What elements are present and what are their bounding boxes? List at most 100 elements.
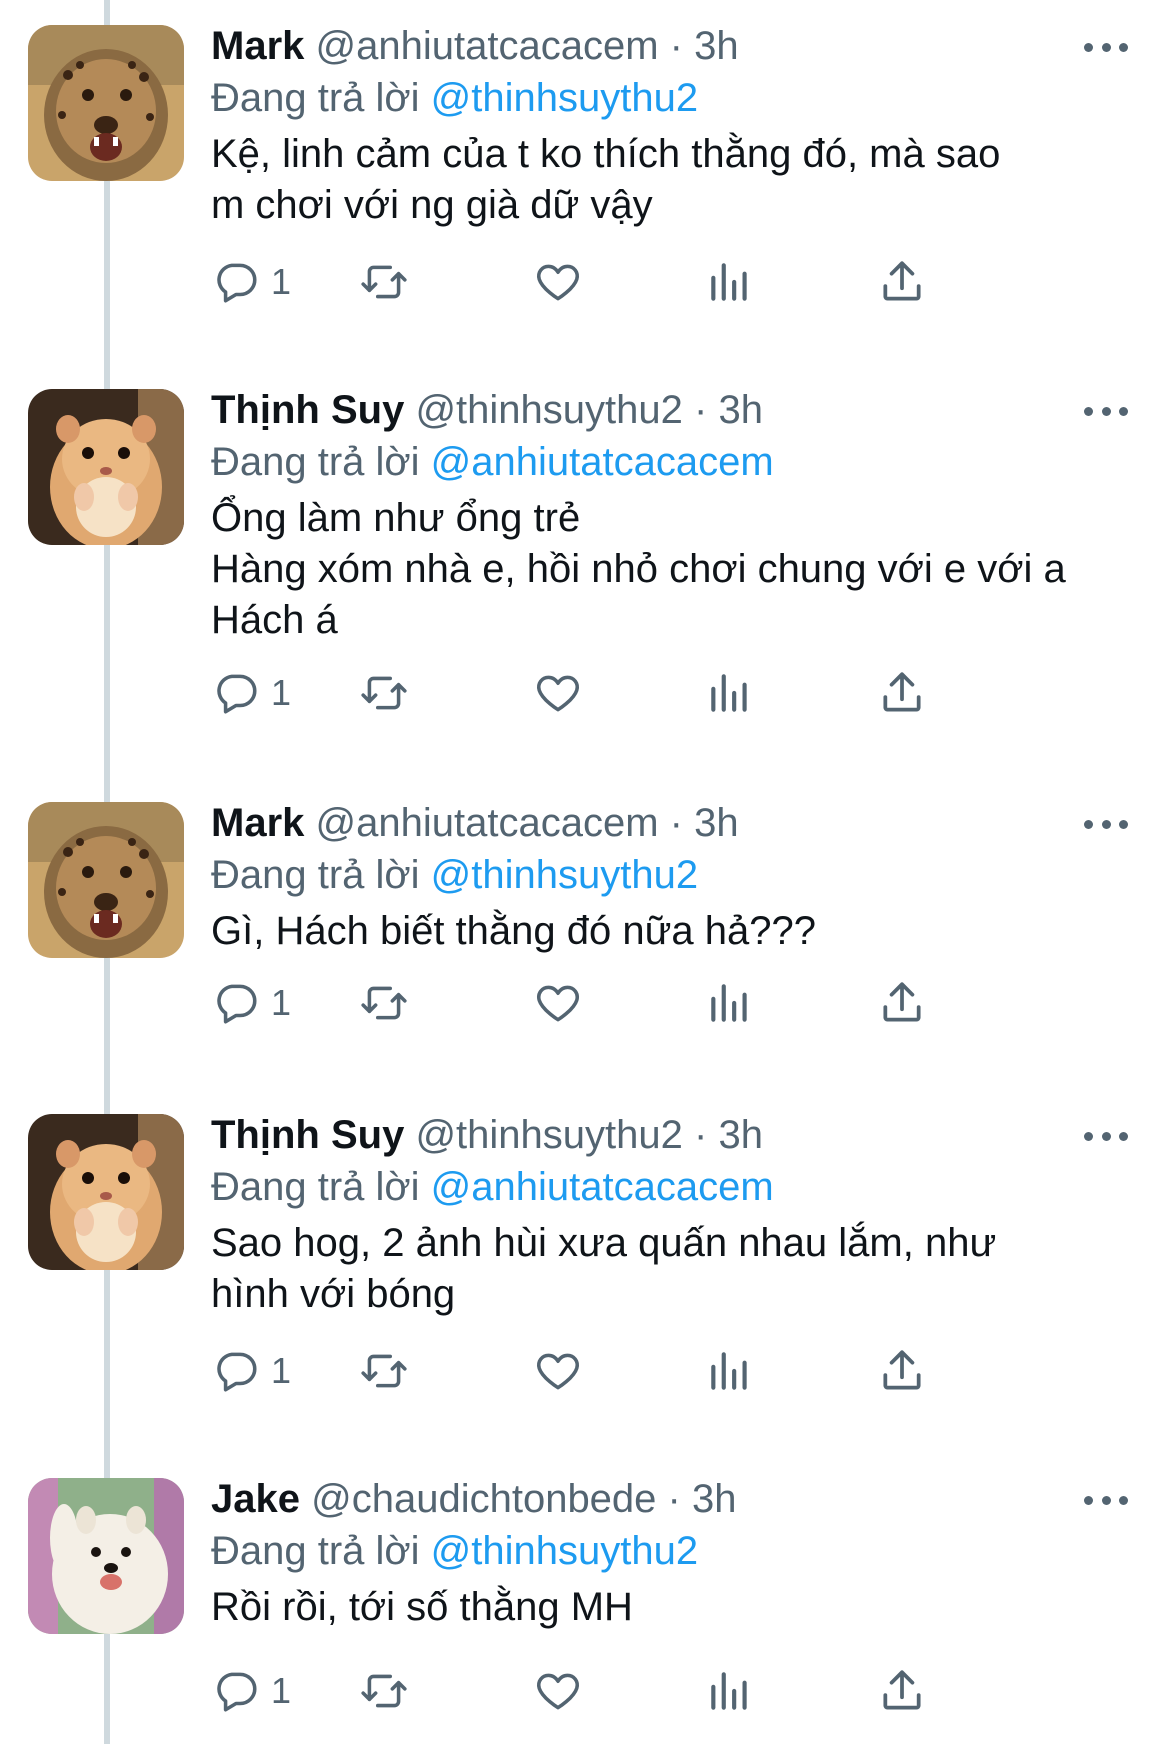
heart-icon — [537, 1673, 579, 1710]
reply-button[interactable]: 1 — [211, 1345, 291, 1397]
analytics-icon — [711, 674, 747, 712]
tweet-text-line: Kệ, linh cảm của t ko thích thằng đó, mà… — [211, 132, 1001, 176]
share-button[interactable] — [877, 1665, 927, 1717]
reply-icon — [217, 1672, 257, 1712]
share-button[interactable] — [877, 667, 927, 719]
replying-to-label: Đang trả lời — [211, 440, 420, 484]
tweet-text: Ổng làm như ổng trẻ Hàng xóm nhà e, hồi … — [211, 493, 1141, 646]
display-name[interactable]: Thịnh Suy — [211, 1113, 404, 1157]
replying-to-handle[interactable]: @thinhsuythu2 — [431, 853, 698, 897]
handle[interactable]: @anhiutatcacacem — [316, 24, 659, 68]
replying-to: Đang trả lời @thinhsuythu2 — [211, 850, 698, 900]
tweet-header: Jake @chaudichtonbede · 3h — [211, 1474, 736, 1524]
analytics-button[interactable] — [705, 977, 755, 1029]
like-button[interactable] — [533, 1665, 583, 1717]
replying-to-handle[interactable]: @thinhsuythu2 — [431, 76, 698, 120]
share-icon — [883, 982, 921, 1022]
heart-icon — [537, 264, 579, 301]
avatar[interactable] — [28, 802, 184, 958]
timestamp[interactable]: · 3h — [694, 1113, 763, 1157]
replying-to-label: Đang trả lời — [211, 1165, 420, 1209]
timestamp[interactable]: · 3h — [670, 801, 739, 845]
tweet-text: Gì, Hách biết thằng đó nữa hả??? — [211, 906, 1141, 957]
analytics-button[interactable] — [705, 256, 755, 308]
replying-to-handle[interactable]: @thinhsuythu2 — [431, 1529, 698, 1573]
handle[interactable]: @chaudichtonbede — [311, 1477, 656, 1521]
tweet-text: Sao hog, 2 ảnh hùi xưa quấn nhau lắm, nh… — [211, 1218, 1141, 1320]
analytics-icon — [711, 1352, 747, 1390]
retweet-icon — [361, 265, 407, 299]
share-button[interactable] — [877, 256, 927, 308]
cheetah-cub-icon — [28, 25, 184, 181]
hamster-icon — [28, 389, 184, 545]
reply-button[interactable]: 1 — [211, 667, 291, 719]
retweet-button[interactable] — [359, 977, 409, 1029]
avatar[interactable] — [28, 1114, 184, 1270]
display-name[interactable]: Thịnh Suy — [211, 388, 404, 432]
tweet-header: Mark @anhiutatcacacem · 3h — [211, 798, 739, 848]
retweet-icon — [361, 986, 407, 1020]
display-name[interactable]: Mark — [211, 24, 304, 68]
display-name[interactable]: Jake — [211, 1477, 300, 1521]
replying-to: Đang trả lời @anhiutatcacacem — [211, 437, 774, 487]
like-button[interactable] — [533, 256, 583, 308]
handle[interactable]: @thinhsuythu2 — [415, 1113, 682, 1157]
retweet-button[interactable] — [359, 667, 409, 719]
retweet-icon — [361, 676, 407, 710]
tweet-text-line: Hàng xóm nhà e, hồi nhỏ chơi chung với e… — [211, 547, 1066, 591]
action-bar: 1 — [211, 1665, 1141, 1717]
replying-to-handle[interactable]: @anhiutatcacacem — [431, 1165, 774, 1209]
handle[interactable]: @anhiutatcacacem — [316, 801, 659, 845]
more-options-icon[interactable] — [1084, 1128, 1128, 1144]
more-options-icon[interactable] — [1084, 403, 1128, 419]
display-name[interactable]: Mark — [211, 801, 304, 845]
more-options-icon[interactable] — [1084, 39, 1128, 55]
avatar[interactable] — [28, 389, 184, 545]
reply-button[interactable]: 1 — [211, 1665, 291, 1717]
analytics-icon — [711, 1672, 747, 1710]
retweet-button[interactable] — [359, 256, 409, 308]
retweet-button[interactable] — [359, 1345, 409, 1397]
reply-button[interactable]: 1 — [211, 256, 291, 308]
samoyed-dog-icon — [28, 1478, 184, 1634]
reply-count: 1 — [271, 672, 292, 713]
retweet-icon — [361, 1354, 407, 1388]
retweet-button[interactable] — [359, 1665, 409, 1717]
analytics-button[interactable] — [705, 1345, 755, 1397]
like-button[interactable] — [533, 977, 583, 1029]
reply-count: 1 — [271, 261, 292, 302]
reply-button[interactable]: 1 — [211, 977, 291, 1029]
avatar[interactable] — [28, 1478, 184, 1634]
reply-icon — [217, 674, 257, 714]
heart-icon — [537, 675, 579, 712]
tweet-text-line: hình với bóng — [211, 1272, 456, 1316]
share-button[interactable] — [877, 977, 927, 1029]
analytics-button[interactable] — [705, 1665, 755, 1717]
heart-icon — [537, 1353, 579, 1390]
reply-count: 1 — [271, 982, 292, 1023]
share-button[interactable] — [877, 1345, 927, 1397]
replying-to-handle[interactable]: @anhiutatcacacem — [431, 440, 774, 484]
analytics-icon — [711, 263, 747, 301]
tweet-text: Rồi rồi, tới số thằng MH — [211, 1582, 1141, 1633]
timestamp[interactable]: · 3h — [670, 24, 739, 68]
more-options-icon[interactable] — [1084, 1492, 1128, 1508]
cheetah-cub-icon — [28, 802, 184, 958]
replying-to-label: Đang trả lời — [211, 1529, 420, 1573]
timestamp[interactable]: · 3h — [668, 1477, 737, 1521]
action-bar: 1 — [211, 667, 1141, 719]
like-button[interactable] — [533, 1345, 583, 1397]
handle[interactable]: @thinhsuythu2 — [415, 388, 682, 432]
tweet-text: Kệ, linh cảm của t ko thích thằng đó, mà… — [211, 129, 1141, 231]
reply-count: 1 — [271, 1350, 292, 1391]
tweet-text-line: Sao hog, 2 ảnh hùi xưa quấn nhau lắm, nh… — [211, 1221, 997, 1265]
timestamp[interactable]: · 3h — [694, 388, 763, 432]
analytics-icon — [711, 984, 747, 1022]
more-options-icon[interactable] — [1084, 816, 1128, 832]
tweet-text-line: m chơi với ng già dữ vậy — [211, 183, 653, 227]
like-button[interactable] — [533, 667, 583, 719]
tweet-text-line: Hách á — [211, 598, 338, 642]
avatar[interactable] — [28, 25, 184, 181]
reply-icon — [217, 984, 257, 1024]
analytics-button[interactable] — [705, 667, 755, 719]
